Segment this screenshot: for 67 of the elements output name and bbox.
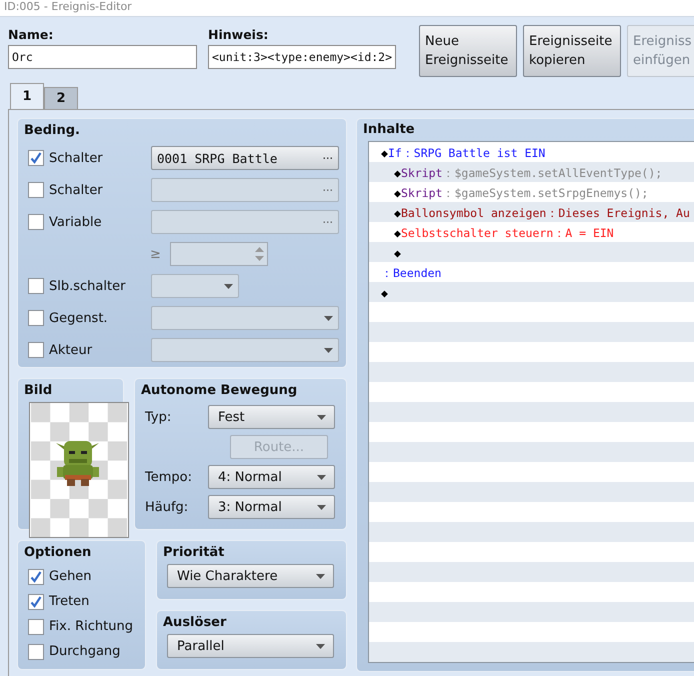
command-line[interactable]: ◆If：SRPG Battle ist EIN <box>369 143 694 163</box>
caret-icon <box>317 504 326 510</box>
condition-label: Slb.schalter <box>49 278 126 294</box>
page-button[interactable]: Ereignisseite kopieren <box>523 25 621 77</box>
condition-label: Gegenst. <box>49 310 109 326</box>
caret-icon <box>317 474 326 480</box>
checkbox[interactable] <box>28 618 44 634</box>
note-label: Hinweis: <box>208 27 270 42</box>
picker-field[interactable]: ··· <box>151 178 339 202</box>
checkbox[interactable] <box>28 150 44 166</box>
comparison-symbol: ≥ <box>150 246 162 262</box>
option-label: Treten <box>49 594 90 609</box>
field-label: Häufg: <box>144 500 190 514</box>
command-line[interactable]: ◆Ballonsymbol anzeigen：Dieses Ereignis, Au <box>369 203 694 223</box>
condition-label: Variable <box>49 214 103 230</box>
checkbox[interactable] <box>28 214 44 230</box>
spinner-arrows-icon <box>255 246 264 262</box>
command-line[interactable]: ◆Selbstschalter steuern：A = EIN <box>369 223 694 243</box>
command-line[interactable]: ◆Skript：$gameSystem.setAllEventType(); <box>369 163 694 183</box>
caret-icon <box>316 574 325 578</box>
note-field[interactable]: <unit:3><type:enemy><id:2> <box>208 45 396 69</box>
dropdown[interactable]: Fest <box>208 405 335 429</box>
checkbox[interactable] <box>28 278 44 294</box>
dropdown[interactable]: Wie Charaktere <box>167 564 334 588</box>
group-title: Beding. <box>24 123 80 138</box>
group-title: Autonome Bewegung <box>141 383 298 398</box>
name-label: Name: <box>8 27 54 42</box>
page-tab[interactable]: 2 <box>44 87 78 109</box>
checkbox[interactable] <box>28 644 44 660</box>
option-label: Durchgang <box>49 644 120 659</box>
field-label: Tempo: <box>144 470 193 484</box>
picker-field[interactable]: ··· <box>151 210 339 234</box>
dropdown[interactable]: 3: Normal <box>208 495 335 519</box>
page-tab[interactable]: 1 <box>10 83 44 109</box>
command-line[interactable]: ◆Skript：$gameSystem.setSrpgEnemys(); <box>369 183 694 203</box>
group-title: Optionen <box>24 545 92 560</box>
group-title: Inhalte <box>363 122 416 137</box>
name-field[interactable]: Orc <box>8 45 197 69</box>
option-label: Fix. Richtung <box>49 619 133 634</box>
dropdown[interactable]: 4: Normal <box>208 465 335 489</box>
group-title: Auslöser <box>163 615 226 630</box>
checkbox[interactable] <box>28 568 44 584</box>
caret-icon <box>316 644 325 648</box>
orc-sprite-drawing <box>56 441 99 486</box>
condition-label: Schalter <box>49 150 104 166</box>
caret-icon <box>224 284 233 288</box>
checkbox[interactable] <box>28 182 44 198</box>
command-line[interactable]: ◆ <box>369 243 694 263</box>
command-line[interactable]: ：Beenden <box>369 263 694 283</box>
group-title: Bild <box>24 383 52 398</box>
condition-label: Schalter <box>49 182 104 198</box>
option-label: Gehen <box>49 569 92 584</box>
window-title: ID:005 - Ereignis-Editor <box>0 0 694 17</box>
checkbox[interactable] <box>28 342 44 358</box>
page-button[interactable]: Neue Ereignisseite <box>419 25 517 77</box>
field-label: Typ: <box>144 410 172 424</box>
command-line[interactable]: ◆ <box>369 283 694 303</box>
dropdown[interactable]: Parallel <box>167 634 334 658</box>
condition-label: Akteur <box>49 342 94 358</box>
picker-field[interactable]: 0001 SRPG Battle ··· <box>151 146 339 170</box>
caret-icon <box>324 348 333 352</box>
caret-icon <box>317 414 326 420</box>
number-spinner[interactable] <box>170 242 268 266</box>
caret-icon <box>324 316 333 320</box>
group-title: Priorität <box>163 545 224 560</box>
checkbox[interactable] <box>28 594 44 610</box>
checkbox[interactable] <box>28 310 44 326</box>
